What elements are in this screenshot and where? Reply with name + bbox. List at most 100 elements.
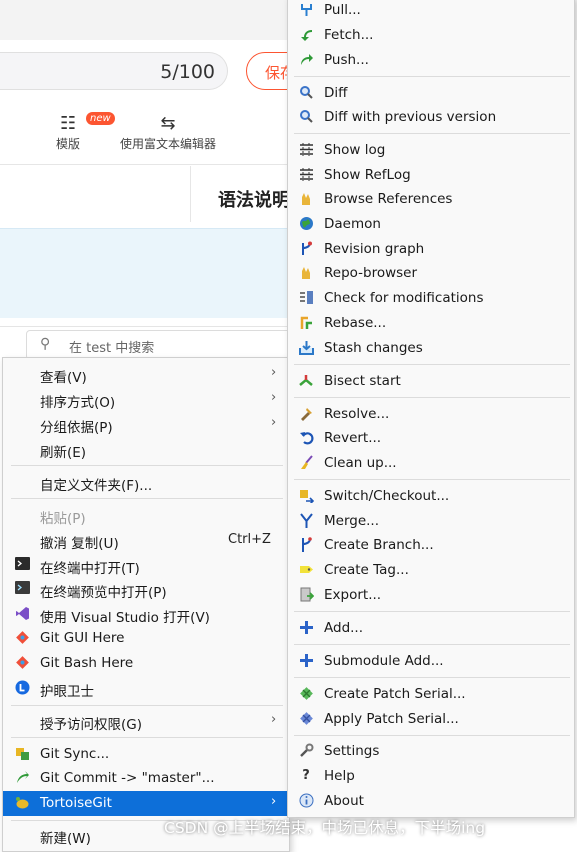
menu-item-switch-checkout[interactable]: Switch/Checkout... — [288, 484, 574, 509]
menu-item-bisect-start[interactable]: Bisect start — [288, 369, 574, 394]
pane-divider — [190, 166, 191, 222]
menu-item-push[interactable]: Push... — [288, 48, 574, 73]
diff-icon — [298, 85, 314, 101]
menu-item-grant-access[interactable]: 授予访问权限(G) › — [3, 709, 289, 734]
menu-item-diff-previous[interactable]: Diff with previous version — [288, 105, 574, 130]
menu-item-submodule-add[interactable]: Submodule Add... — [288, 649, 574, 674]
merge-icon — [298, 513, 314, 529]
menu-item-sort[interactable]: 排序方式(O) › — [3, 387, 289, 412]
menu-item-export[interactable]: Export... — [288, 583, 574, 608]
menu-item-open-visual-studio[interactable]: 使用 Visual Studio 打开(V) — [3, 602, 289, 627]
menu-label: Revert... — [324, 430, 382, 446]
eye-guard-icon — [14, 680, 30, 696]
menu-item-create-patch-serial[interactable]: Create Patch Serial... — [288, 682, 574, 707]
menu-item-customize-folder[interactable]: 自定义文件夹(F)... — [3, 470, 289, 495]
menu-label: 撤消 复制(U) — [40, 536, 119, 552]
menu-item-help[interactable]: ? Help — [288, 764, 574, 789]
menu-label: TortoiseGit — [40, 795, 112, 811]
word-count: 5/100 — [160, 61, 215, 83]
menu-item-stash-changes[interactable]: Stash changes — [288, 336, 574, 361]
menu-item-eye-guard[interactable]: 护眼卫士 — [3, 676, 289, 701]
search-icon: ⚲ — [40, 336, 51, 352]
menu-label: 粘贴(P) — [40, 511, 86, 527]
git-sync-icon — [14, 746, 30, 762]
menu-label: Revision graph — [324, 241, 425, 257]
menu-label: Apply Patch Serial... — [324, 711, 459, 727]
reflog-icon — [298, 167, 314, 183]
create-tag-icon — [298, 562, 314, 578]
search-input[interactable]: 在 test 中搜索 — [26, 330, 300, 360]
git-commit-icon — [14, 770, 30, 786]
menu-label: Git Commit -> "master"... — [40, 770, 215, 786]
menu-item-create-tag[interactable]: Create Tag... — [288, 558, 574, 583]
title-input[interactable]: 5/100 — [0, 52, 228, 90]
menu-item-apply-patch-serial[interactable]: Apply Patch Serial... — [288, 707, 574, 732]
menu-item-git-commit[interactable]: Git Commit -> "master"... — [3, 766, 289, 791]
repo-browser-icon — [298, 265, 314, 281]
menu-item-show-log[interactable]: Show log — [288, 138, 574, 163]
git-bash-icon — [14, 655, 30, 671]
menu-item-undo-copy[interactable]: 撤消 复制(U) Ctrl+Z — [3, 528, 289, 553]
menu-item-open-terminal-preview[interactable]: 在终端预览中打开(P) — [3, 577, 289, 602]
create-patch-icon — [298, 686, 314, 702]
menu-label: Create Branch... — [324, 537, 434, 553]
menu-item-refresh[interactable]: 刷新(E) — [3, 437, 289, 462]
menu-item-add[interactable]: Add... — [288, 616, 574, 641]
menu-label: Export... — [324, 587, 382, 603]
revision-graph-icon — [298, 241, 314, 257]
menu-item-create-branch[interactable]: Create Branch... — [288, 533, 574, 558]
menu-item-view[interactable]: 查看(V) › — [3, 362, 289, 387]
menu-item-resolve[interactable]: Resolve... — [288, 402, 574, 427]
menu-item-tortoisegit[interactable]: TortoiseGit › — [3, 791, 289, 816]
menu-item-revert[interactable]: Revert... — [288, 426, 574, 451]
menu-label: Git GUI Here — [40, 630, 125, 646]
menu-item-about[interactable]: About — [288, 789, 574, 814]
menu-label: Clean up... — [324, 455, 397, 471]
menu-item-rebase[interactable]: Rebase... — [288, 311, 574, 336]
menu-item-settings[interactable]: Settings — [288, 739, 574, 764]
template-tool[interactable]: ☷ 模版 — [56, 113, 80, 152]
toolbar-divider — [0, 164, 300, 165]
menu-separator — [294, 364, 570, 365]
menu-item-browse-references[interactable]: Browse References — [288, 187, 574, 212]
menu-label: 分组依据(P) — [40, 420, 113, 436]
menu-label: Browse References — [324, 191, 453, 207]
menu-item-git-bash[interactable]: Git Bash Here — [3, 651, 289, 676]
menu-label: Daemon — [324, 216, 381, 232]
menu-label: 在终端预览中打开(P) — [40, 585, 167, 601]
swap-icon: ⇆ — [160, 113, 176, 134]
menu-item-clean-up[interactable]: Clean up... — [288, 451, 574, 476]
chevron-right-icon: › — [271, 794, 277, 809]
daemon-icon — [298, 216, 314, 232]
terminal-preview-icon — [14, 581, 30, 597]
menu-item-pull[interactable]: Pull... — [288, 0, 574, 23]
menu-separator — [294, 397, 570, 398]
menu-separator — [294, 735, 570, 736]
menu-label: Fetch... — [324, 27, 374, 43]
chevron-right-icon: › — [271, 415, 277, 430]
menu-item-merge[interactable]: Merge... — [288, 509, 574, 534]
about-icon — [298, 793, 314, 809]
menu-separator — [294, 611, 570, 612]
menu-item-open-terminal[interactable]: 在终端中打开(T) — [3, 553, 289, 578]
menu-item-group[interactable]: 分组依据(P) › — [3, 412, 289, 437]
menu-item-diff[interactable]: Diff — [288, 81, 574, 106]
menu-item-show-reflog[interactable]: Show RefLog — [288, 163, 574, 188]
menu-separator — [11, 465, 283, 466]
menu-item-paste: 粘贴(P) — [3, 503, 289, 528]
menu-item-fetch[interactable]: Fetch... — [288, 23, 574, 48]
context-menu: 查看(V) › 排序方式(O) › 分组依据(P) › 刷新(E) 自定义文件夹… — [2, 357, 290, 852]
menu-item-daemon[interactable]: Daemon — [288, 212, 574, 237]
menu-label: Show log — [324, 142, 386, 158]
rich-editor-tool[interactable]: ⇆ 使用富文本编辑器 — [120, 113, 216, 152]
revert-icon — [298, 430, 314, 446]
menu-item-git-gui[interactable]: Git GUI Here — [3, 626, 289, 651]
menu-label: Push... — [324, 52, 369, 68]
menu-item-check-modifications[interactable]: Check for modifications — [288, 286, 574, 311]
menu-separator — [11, 498, 283, 499]
menu-item-git-sync[interactable]: Git Sync... — [3, 742, 289, 767]
menu-item-repo-browser[interactable]: Repo-browser — [288, 261, 574, 286]
csdn-watermark: CSDN @上半场结束，中场已休息，下半场ing — [164, 819, 486, 837]
chevron-right-icon: › — [271, 390, 277, 405]
menu-item-revision-graph[interactable]: Revision graph — [288, 237, 574, 262]
